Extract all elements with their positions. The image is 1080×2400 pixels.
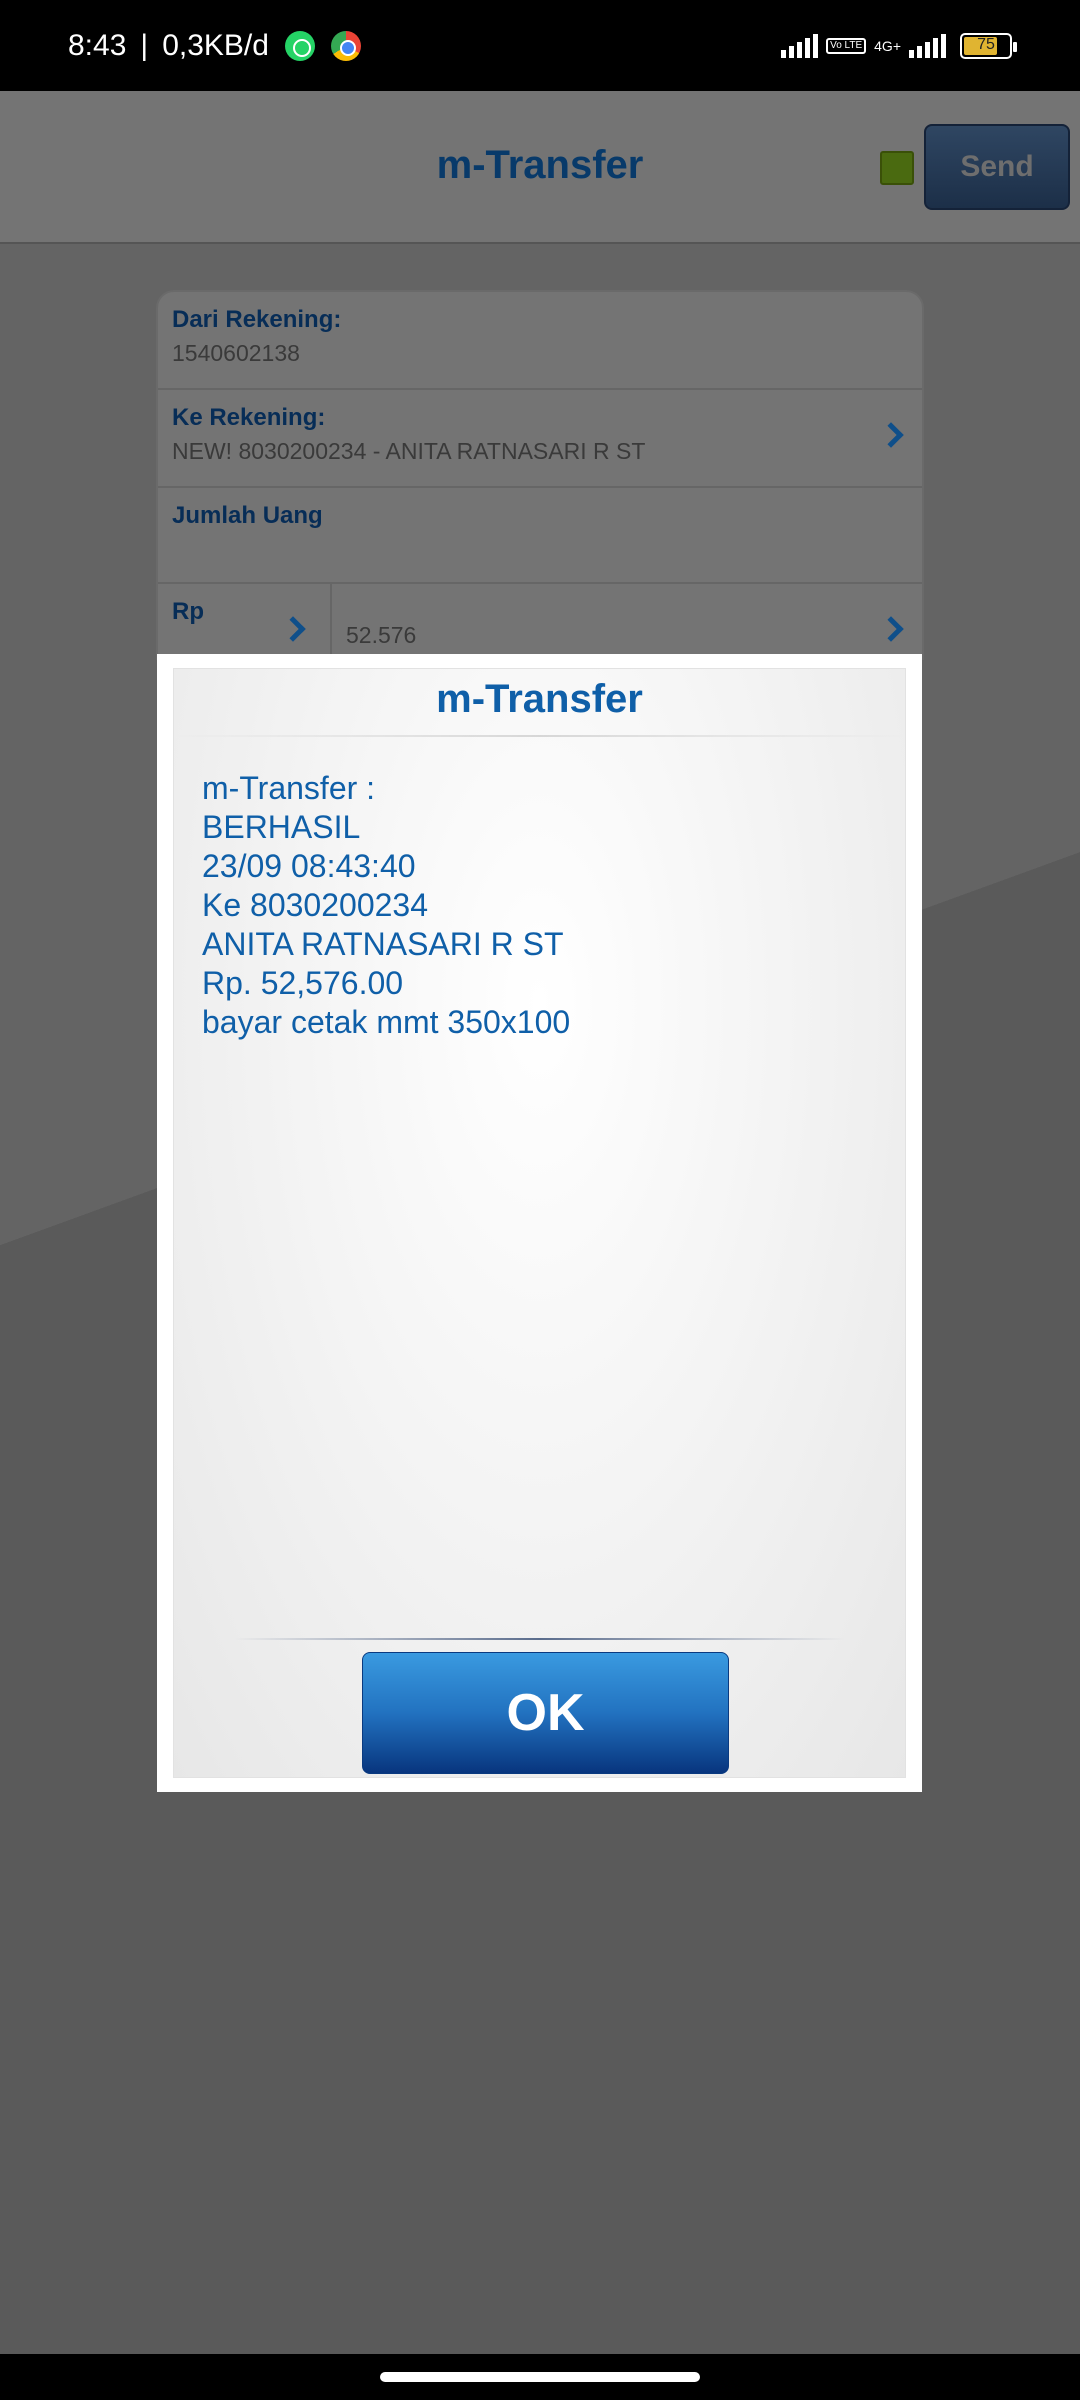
message-line: Rp. 52,576.00 [202, 965, 404, 1001]
home-indicator[interactable] [380, 2372, 700, 2382]
status-right: Vo LTE 4G+ 75 [781, 32, 1017, 59]
dialog-body: m-Transfer m-Transfer : BERHASIL 23/09 0… [173, 668, 906, 1778]
transfer-form: Dari Rekening: 1540602138 Ke Rekening: N… [156, 290, 924, 660]
message-line: Ke 8030200234 [202, 887, 428, 923]
volte-icon: Vo LTE [826, 37, 867, 54]
to-account-label: Ke Rekening: [172, 404, 326, 431]
navigation-bar [0, 2354, 1080, 2400]
status-indicator [880, 151, 914, 185]
status-left: 8:43 | 0,3KB/d [68, 29, 361, 63]
to-account-value: NEW! 8030200234 - ANITA RATNASARI R ST [172, 438, 646, 464]
battery-level: 75 [977, 35, 995, 53]
from-account-label: Dari Rekening: [172, 306, 342, 333]
amount-chevron-icon[interactable] [878, 616, 904, 642]
send-button[interactable]: Send [924, 124, 1070, 210]
from-account-value: 1540602138 [172, 340, 300, 366]
battery-icon: 75 [960, 32, 1017, 59]
whatsapp-icon [284, 30, 315, 61]
chevron-right-icon [878, 422, 904, 448]
data-speed: 0,3KB/d [162, 28, 269, 62]
app-header: m-Transfer Send [0, 91, 1080, 244]
screen: 8:43 | 0,3KB/d Vo LTE 4G+ 75 m-Transfer … [0, 0, 1080, 2400]
divider [330, 582, 332, 658]
from-account-row[interactable]: Dari Rekening: 1540602138 [158, 292, 922, 390]
message-line: m-Transfer : [202, 770, 376, 806]
chrome-icon [330, 30, 361, 61]
divider [174, 735, 905, 737]
status-bar: 8:43 | 0,3KB/d Vo LTE 4G+ 75 [0, 0, 1080, 91]
signal-icon-2 [909, 33, 946, 58]
amount-input-row[interactable]: Rp 52.576 [158, 584, 922, 658]
message-line: BERHASIL [202, 809, 361, 845]
amount-value[interactable]: 52.576 [346, 622, 416, 649]
divider [234, 1638, 845, 1640]
currency-label[interactable]: Rp [172, 598, 204, 626]
signal-icon [781, 33, 819, 58]
page-title: m-Transfer [436, 143, 644, 187]
ok-button[interactable]: OK [362, 1652, 729, 1774]
status-time: 8:43 [68, 28, 127, 62]
result-dialog: m-Transfer m-Transfer : BERHASIL 23/09 0… [157, 654, 922, 1792]
status-separator: | [140, 28, 149, 62]
message-line: bayar cetak mmt 350x100 [202, 1004, 571, 1040]
message-line: ANITA RATNASARI R ST [202, 926, 564, 962]
amount-label: Jumlah Uang [172, 502, 323, 529]
network-type: 4G+ [874, 37, 901, 54]
currency-chevron-icon[interactable] [280, 616, 306, 642]
dialog-title: m-Transfer [436, 677, 643, 721]
message-line: 23/09 08:43:40 [202, 848, 416, 884]
amount-row: Jumlah Uang [158, 488, 922, 584]
to-account-row[interactable]: Ke Rekening: NEW! 8030200234 - ANITA RAT… [158, 390, 922, 488]
dialog-message: m-Transfer : BERHASIL 23/09 08:43:40 Ke … [202, 769, 885, 1042]
